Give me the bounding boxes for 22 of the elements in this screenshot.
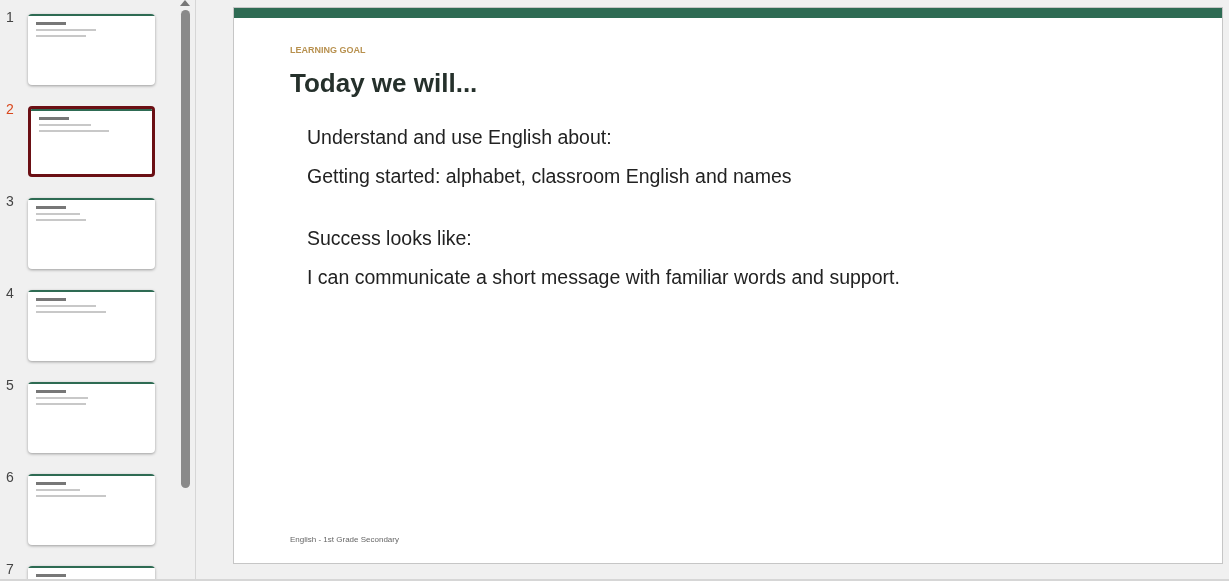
body-text: Getting started: alphabet, classroom English and names xyxy=(307,165,793,188)
scrollbar-thumb[interactable] xyxy=(180,10,190,488)
body-text: Success looks like: xyxy=(307,227,473,250)
slide-thumbnail[interactable] xyxy=(28,290,155,361)
slide-thumbnail[interactable] xyxy=(28,198,155,269)
body-text: Understand and use English about: xyxy=(307,126,613,149)
body-text: I can communicate a short message with familiar words and support. xyxy=(307,266,901,289)
slide-number: 4 xyxy=(5,285,15,301)
slide-number: 1 xyxy=(5,9,15,25)
slide-number: 2 xyxy=(5,101,15,117)
slide-title: Today we will... xyxy=(290,68,479,99)
slide-thumbnail[interactable] xyxy=(28,382,155,453)
slide-number: 3 xyxy=(5,193,15,209)
slide-footer: English - 1st Grade Secondary xyxy=(290,535,1222,544)
slide-number: 7 xyxy=(5,561,15,577)
slide-thumbnail[interactable] xyxy=(28,474,155,545)
scroll-up-icon[interactable] xyxy=(180,0,190,6)
slide-number: 5 xyxy=(5,377,15,393)
slide-eyebrow: LEARNING GOAL xyxy=(290,45,367,55)
slide-thumbnail[interactable] xyxy=(28,14,155,85)
slide-number: 6 xyxy=(5,469,15,485)
slide-thumbnail[interactable] xyxy=(28,106,155,177)
